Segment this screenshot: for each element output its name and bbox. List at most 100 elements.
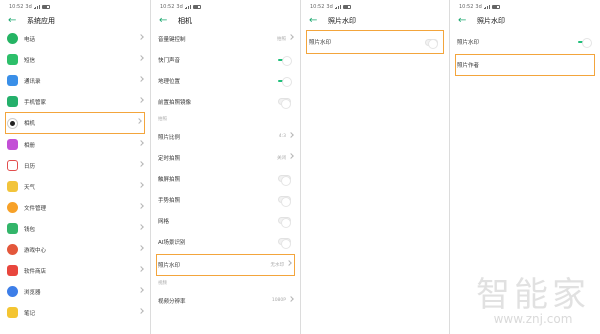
setting-value: 拍照 <box>277 36 286 42</box>
setting-label: 网格 <box>158 218 170 225</box>
list-item-browser[interactable]: 浏览器 <box>0 281 150 302</box>
status-time: 10:52 <box>310 3 325 10</box>
store-icon <box>7 265 18 276</box>
list-item-games[interactable]: 游戏中心 <box>0 239 150 260</box>
folder-icon <box>7 202 18 213</box>
chevron-right-icon <box>138 34 144 40</box>
list-item-wallet[interactable]: 钱包 <box>0 218 150 239</box>
app-list: 电话 短信 通讯录 手机管家 相机 相册 日历 天气 文件管理 钱包 游戏中心 … <box>0 28 150 323</box>
list-item-phone[interactable]: 电话 <box>0 28 150 49</box>
back-arrow-icon[interactable]: ← <box>309 15 323 27</box>
contacts-icon <box>7 75 18 86</box>
location-toggle[interactable] <box>278 76 292 87</box>
header: ← 相机 <box>151 13 300 28</box>
list-item-files[interactable]: 文件管理 <box>0 197 150 218</box>
weather-icon <box>7 181 18 192</box>
list-item-gallery[interactable]: 相册 <box>0 134 150 155</box>
setting-label: 快门声音 <box>158 57 181 64</box>
setting-label: 手势拍照 <box>158 197 181 204</box>
chevron-right-icon <box>138 203 144 209</box>
ai-scene-toggle[interactable] <box>278 238 291 249</box>
list-item-contacts[interactable]: 通讯录 <box>0 70 150 91</box>
screen-system-apps: 10:52 3d ← 系统应用 电话 短信 通讯录 手机管家 相机 相册 日历 … <box>0 0 150 334</box>
chevron-right-icon <box>138 97 144 103</box>
setting-label: 视频分辨率 <box>158 298 186 305</box>
status-network: 3d <box>475 3 482 10</box>
screen-camera-settings: 10:52 3d ← 相机 音量键控制 拍照 快门声音 地理位置 前置拍照镜像 拍… <box>151 0 300 334</box>
status-network: 3d <box>326 3 333 10</box>
setting-label: 照片水印 <box>309 40 332 46</box>
back-arrow-icon[interactable]: ← <box>458 15 472 27</box>
setting-label: AI场景识别 <box>158 239 186 246</box>
section-header-video: 视频 <box>158 281 167 286</box>
list-item-weather[interactable]: 天气 <box>0 176 150 197</box>
setting-label: 定时拍照 <box>158 155 181 162</box>
list-item-notes[interactable]: 笔记 <box>0 302 150 323</box>
setting-photo-watermark: 照片水印 <box>306 30 444 54</box>
setting-label: 照片作者 <box>457 63 480 69</box>
screen-watermark-off: 10:52 3d ← 照片水印 照片水印 <box>301 0 449 334</box>
chevron-right-icon <box>138 287 144 293</box>
list-item-calendar[interactable]: 日历 <box>0 155 150 176</box>
setting-video-resolution[interactable]: 视频分辨率 1080P <box>151 290 300 311</box>
setting-location: 地理位置 <box>151 70 300 91</box>
signal-icon <box>184 4 191 9</box>
shutter-sound-toggle[interactable] <box>278 55 292 66</box>
chevron-right-icon <box>138 224 144 230</box>
list-item-label: 天气 <box>24 184 36 191</box>
status-bar: 10:52 3d <box>450 0 600 13</box>
list-item-store[interactable]: 软件商店 <box>0 260 150 281</box>
grid-toggle[interactable] <box>278 217 291 228</box>
gesture-shot-toggle[interactable] <box>278 196 291 207</box>
calendar-icon <box>7 160 18 171</box>
chevron-right-icon <box>288 34 294 40</box>
list-item-manager[interactable]: 手机管家 <box>0 91 150 112</box>
camera-icon <box>7 117 18 129</box>
chevron-right-icon <box>138 308 144 314</box>
touch-shot-toggle[interactable] <box>278 175 291 186</box>
header: ← 照片水印 <box>450 13 600 28</box>
game-icon <box>7 244 18 255</box>
chevron-right-icon <box>138 266 144 272</box>
setting-label: 音量键控制 <box>158 36 186 43</box>
list-item-camera[interactable]: 相机 <box>5 112 145 134</box>
chevron-right-icon <box>138 245 144 251</box>
status-bar: 10:52 3d <box>151 0 300 13</box>
back-arrow-icon[interactable]: ← <box>8 15 22 27</box>
setting-photo-watermark[interactable]: 照片水印 无水印 <box>156 254 295 276</box>
photo-watermark-toggle[interactable] <box>425 38 438 49</box>
setting-value: 4:3 <box>278 134 286 139</box>
message-icon <box>7 54 18 65</box>
front-mirror-toggle[interactable] <box>278 98 291 109</box>
chevron-right-icon <box>288 153 294 159</box>
status-network: 3d <box>176 3 183 10</box>
setting-photo-author[interactable]: 照片作者 <box>455 54 595 76</box>
back-arrow-icon[interactable]: ← <box>159 15 173 27</box>
gallery-icon <box>7 139 18 150</box>
list-item-label: 游戏中心 <box>24 247 47 254</box>
list-item-message[interactable]: 短信 <box>0 49 150 70</box>
battery-icon <box>192 4 201 9</box>
chevron-right-icon <box>138 140 144 146</box>
site-watermark: 智能家 www.znj.com <box>476 267 590 326</box>
list-item-label: 手机管家 <box>24 99 47 106</box>
setting-photo-watermark: 照片水印 <box>450 30 600 54</box>
list-item-label: 笔记 <box>24 310 36 317</box>
header: ← 照片水印 <box>301 13 449 28</box>
section-header-photo: 拍照 <box>158 117 167 122</box>
setting-timer[interactable]: 定时拍照 关闭 <box>151 147 300 168</box>
status-bar: 10:52 3d <box>301 0 449 13</box>
setting-value: 无水印 <box>270 263 285 268</box>
chevron-right-icon <box>288 132 294 138</box>
wallet-icon <box>7 223 18 234</box>
chevron-right-icon <box>136 118 142 124</box>
photo-watermark-toggle[interactable] <box>578 38 592 48</box>
setting-ratio[interactable]: 照片比例 4:3 <box>151 126 300 147</box>
setting-label: 触屏拍照 <box>158 176 181 183</box>
phone-icon <box>7 33 18 44</box>
page-title: 照片水印 <box>328 16 356 25</box>
setting-volume-key[interactable]: 音量键控制 拍照 <box>151 28 300 49</box>
notes-icon <box>7 307 18 318</box>
chevron-right-icon <box>138 182 144 188</box>
setting-touch-shot: 触屏拍照 <box>151 168 300 189</box>
